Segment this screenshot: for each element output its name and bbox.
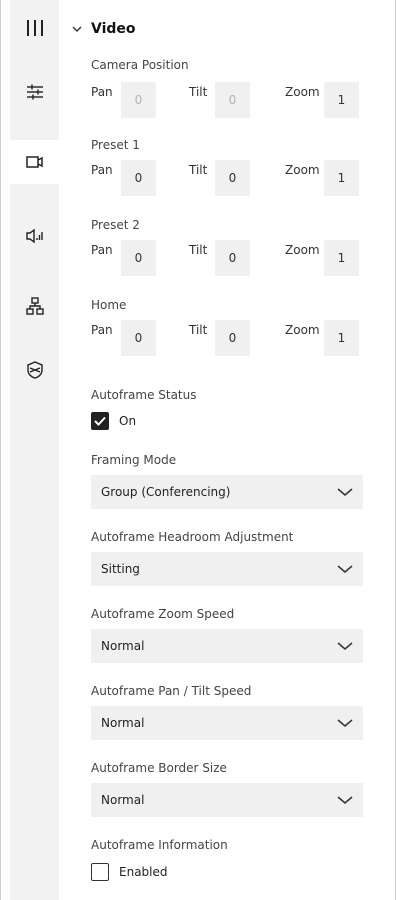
- camera-tilt-field[interactable]: 0: [215, 82, 250, 118]
- zoom-label: Zoom: [285, 163, 320, 177]
- pan-tilt-speed-label: Autoframe Pan / Tilt Speed: [91, 684, 252, 698]
- autoframe-info-checkbox[interactable]: [91, 863, 109, 881]
- preset1-pan-field[interactable]: 0: [121, 160, 156, 196]
- chevron-down-icon: [337, 642, 353, 650]
- preset2-tilt-field[interactable]: 0: [215, 240, 250, 276]
- tilt-label: Tilt: [189, 323, 208, 337]
- camera-pan-field[interactable]: 0: [121, 82, 156, 118]
- tilt-label: Tilt: [189, 163, 208, 177]
- chevron-down-icon: [72, 26, 82, 32]
- preset1-tilt-field[interactable]: 0: [215, 160, 250, 196]
- preset2-zoom-field[interactable]: 1: [324, 240, 359, 276]
- home-row: Pan 0 Tilt 0 Zoom 1: [91, 320, 363, 356]
- pan-label: Pan: [91, 163, 113, 177]
- home-tilt-field[interactable]: 0: [215, 320, 250, 356]
- section-title: Video: [91, 21, 136, 37]
- autoframe-info-row: Enabled: [91, 862, 168, 882]
- sliders-icon[interactable]: [10, 70, 59, 114]
- preset2-pan-field[interactable]: 0: [121, 240, 156, 276]
- border-size-value: Normal: [101, 793, 145, 807]
- zoom-speed-value: Normal: [101, 639, 145, 653]
- preset2-row: Pan 0 Tilt 0 Zoom 1: [91, 240, 363, 276]
- framing-mode-label: Framing Mode: [91, 453, 177, 467]
- headroom-label: Autoframe Headroom Adjustment: [91, 530, 294, 544]
- columns-icon[interactable]: [10, 6, 59, 50]
- preset1-label: Preset 1: [91, 138, 140, 152]
- headroom-value: Sitting: [101, 562, 140, 576]
- chevron-down-icon: [337, 565, 353, 573]
- zoom-label: Zoom: [285, 85, 320, 99]
- speaker-icon[interactable]: [10, 214, 59, 258]
- zoom-speed-select[interactable]: Normal: [91, 629, 363, 663]
- pan-label: Pan: [91, 85, 113, 99]
- home-zoom-field[interactable]: 1: [324, 320, 359, 356]
- autoframe-status-row: On: [91, 411, 136, 431]
- autoframe-status-label: Autoframe Status: [91, 388, 197, 402]
- border-size-label: Autoframe Border Size: [91, 761, 227, 775]
- zoom-speed-label: Autoframe Zoom Speed: [91, 607, 235, 621]
- pan-label: Pan: [91, 323, 113, 337]
- autoframe-info-label: Autoframe Information: [91, 838, 228, 852]
- home-label: Home: [91, 298, 127, 312]
- pan-tilt-speed-value: Normal: [101, 716, 145, 730]
- chevron-down-icon: [337, 719, 353, 727]
- autoframe-info-option: Enabled: [119, 865, 168, 879]
- network-icon[interactable]: [10, 284, 59, 328]
- chevron-down-icon: [337, 796, 353, 804]
- tilt-label: Tilt: [189, 243, 208, 257]
- pan-tilt-speed-select[interactable]: Normal: [91, 706, 363, 740]
- shield-icon[interactable]: [10, 348, 59, 392]
- camera-position-label: Camera Position: [91, 58, 189, 72]
- zoom-label: Zoom: [285, 323, 320, 337]
- home-pan-field[interactable]: 0: [121, 320, 156, 356]
- preset1-zoom-field[interactable]: 1: [324, 160, 359, 196]
- video-settings-panel: Video Camera Position Pan 0 Tilt 0 Zoom …: [59, 0, 386, 900]
- autoframe-status-option: On: [119, 414, 137, 428]
- zoom-label: Zoom: [285, 243, 320, 257]
- framing-mode-value: Group (Conferencing): [101, 485, 231, 499]
- video-camera-icon[interactable]: [10, 140, 59, 184]
- autoframe-status-checkbox[interactable]: [91, 412, 109, 430]
- border-size-select[interactable]: Normal: [91, 783, 363, 817]
- checkmark-icon: [94, 416, 106, 426]
- camera-position-row: Pan 0 Tilt 0 Zoom 1: [91, 82, 363, 118]
- chevron-down-icon: [337, 488, 353, 496]
- sidebar: [10, 0, 59, 900]
- preset2-label: Preset 2: [91, 218, 140, 232]
- tilt-label: Tilt: [189, 85, 208, 99]
- headroom-select[interactable]: Sitting: [91, 552, 363, 586]
- framing-mode-select[interactable]: Group (Conferencing): [91, 475, 363, 509]
- camera-zoom-field[interactable]: 1: [324, 82, 359, 118]
- preset1-row: Pan 0 Tilt 0 Zoom 1: [91, 160, 363, 196]
- pan-label: Pan: [91, 243, 113, 257]
- video-section-header[interactable]: Video: [71, 18, 136, 40]
